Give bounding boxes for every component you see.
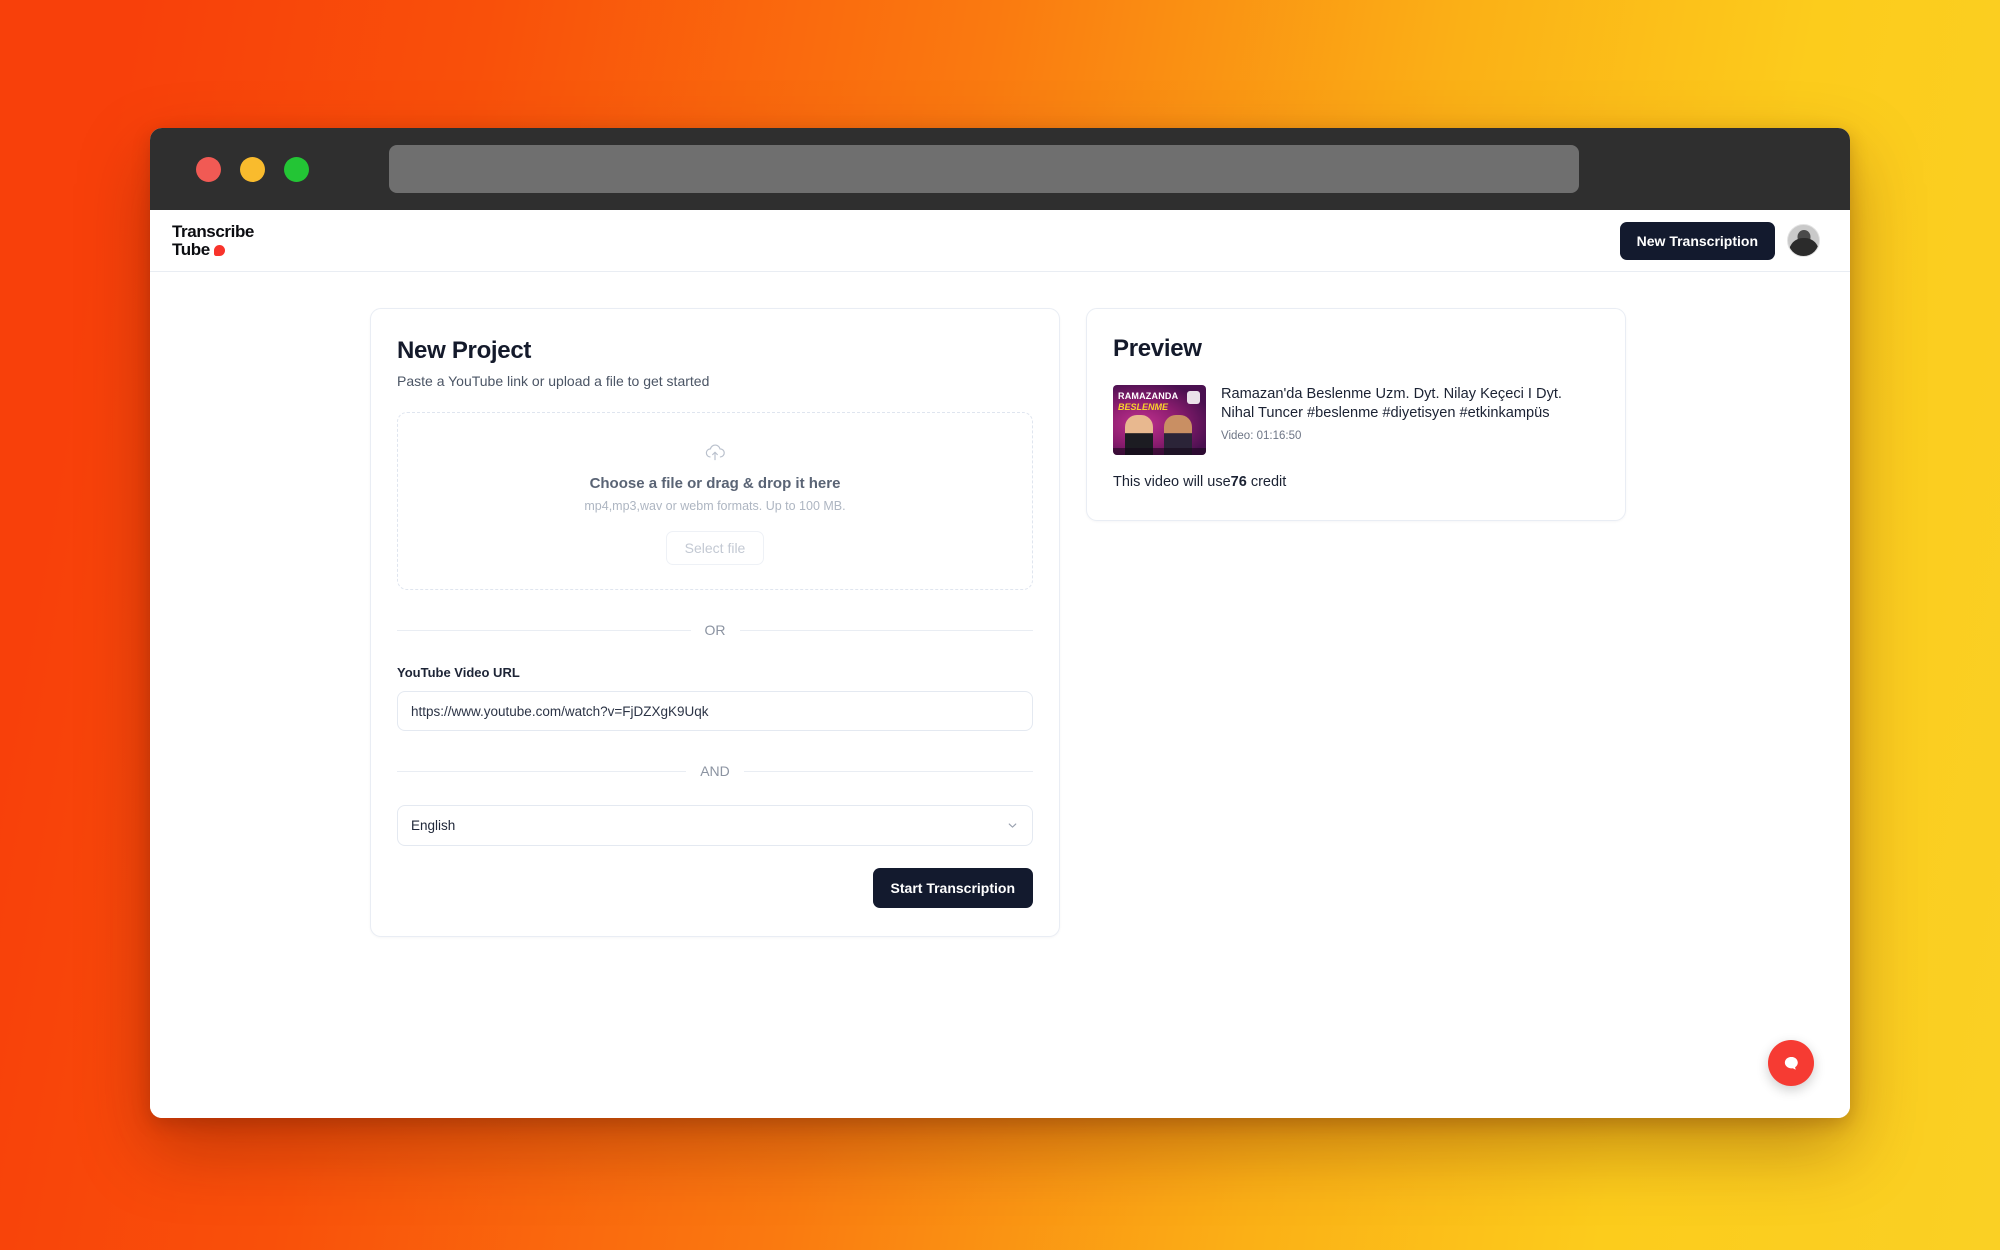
logo-line-two: Tube bbox=[172, 239, 210, 259]
preview-video-row: RAMAZANDA BESLENME Ramazan'da Beslenme U… bbox=[1113, 385, 1599, 455]
video-thumbnail: RAMAZANDA BESLENME bbox=[1113, 385, 1206, 455]
content-columns: New Project Paste a YouTube link or uplo… bbox=[150, 308, 1850, 937]
card-actions: Start Transcription bbox=[397, 868, 1033, 908]
new-project-card: New Project Paste a YouTube link or uplo… bbox=[370, 308, 1060, 937]
divider-and: AND bbox=[397, 763, 1033, 779]
video-title: Ramazan'da Beslenme Uzm. Dyt. Nilay Keçe… bbox=[1221, 386, 1562, 422]
youtube-url-input[interactable] bbox=[397, 691, 1033, 731]
new-transcription-button[interactable]: New Transcription bbox=[1619, 221, 1775, 260]
dropzone-title: Choose a file or drag & drop it here bbox=[589, 475, 841, 492]
language-select[interactable]: English bbox=[397, 805, 1033, 846]
file-dropzone[interactable]: Choose a file or drag & drop it here mp4… bbox=[397, 412, 1033, 590]
select-file-button[interactable]: Select file bbox=[665, 531, 765, 565]
speech-bubble-icon bbox=[213, 244, 225, 256]
thumbnail-line-two: BESLENME bbox=[1118, 402, 1169, 412]
divider-and-label: AND bbox=[700, 763, 730, 779]
window-traffic-lights bbox=[196, 156, 309, 182]
preview-video-info: Ramazan'da Beslenme Uzm. Dyt. Nilay Keçe… bbox=[1221, 385, 1599, 455]
chevron-down-icon bbox=[1008, 823, 1017, 828]
dropzone-formats: mp4,mp3,wav or webm formats. Up to 100 M… bbox=[584, 499, 846, 513]
maximize-window-button[interactable] bbox=[284, 156, 309, 182]
credit-amount: 76 bbox=[1230, 474, 1247, 490]
youtube-url-label: YouTube Video URL bbox=[397, 665, 520, 680]
logo-line-one: Transcribe bbox=[172, 221, 254, 241]
divider-or-label: OR bbox=[704, 622, 726, 638]
browser-titlebar bbox=[150, 128, 1850, 210]
page-title: New Project bbox=[397, 337, 532, 364]
new-project-subtitle: Paste a YouTube link or upload a file to… bbox=[397, 373, 710, 389]
close-window-button[interactable] bbox=[196, 156, 221, 182]
divider-or: OR bbox=[397, 622, 1033, 638]
user-avatar[interactable] bbox=[1787, 224, 1820, 257]
chat-widget-button[interactable] bbox=[1768, 1040, 1814, 1086]
minimize-window-button[interactable] bbox=[240, 156, 265, 182]
credit-suffix: credit bbox=[1246, 474, 1287, 490]
chat-bubble-icon bbox=[1784, 1056, 1798, 1070]
thumbnail-logo-badge bbox=[1187, 391, 1200, 404]
start-transcription-button[interactable]: Start Transcription bbox=[872, 868, 1033, 908]
credit-usage-text: This video will use76 credit bbox=[1113, 474, 1599, 490]
thumbnail-line-one: RAMAZANDA bbox=[1118, 391, 1179, 401]
language-select-wrapper: English bbox=[397, 805, 1033, 846]
page-content: New Project Paste a YouTube link or uplo… bbox=[150, 272, 1850, 1118]
cloud-upload-icon bbox=[705, 444, 725, 461]
app-logo[interactable]: Transcribe Tube bbox=[168, 223, 254, 258]
browser-window: Transcribe Tube New Transcription New Pr… bbox=[150, 128, 1850, 1118]
preview-card: Preview RAMAZANDA BESLENME Ramazan'da Be… bbox=[1086, 308, 1626, 521]
header-actions: New Transcription bbox=[1619, 221, 1820, 260]
video-duration: Video: 01:16:50 bbox=[1221, 429, 1302, 442]
preview-title: Preview bbox=[1113, 335, 1202, 362]
app-header: Transcribe Tube New Transcription bbox=[150, 210, 1850, 272]
browser-address-bar[interactable] bbox=[389, 145, 1579, 193]
language-select-value: English bbox=[411, 818, 456, 833]
thumbnail-bottom-strip bbox=[1113, 448, 1206, 455]
credit-prefix: This video will use bbox=[1113, 474, 1231, 490]
